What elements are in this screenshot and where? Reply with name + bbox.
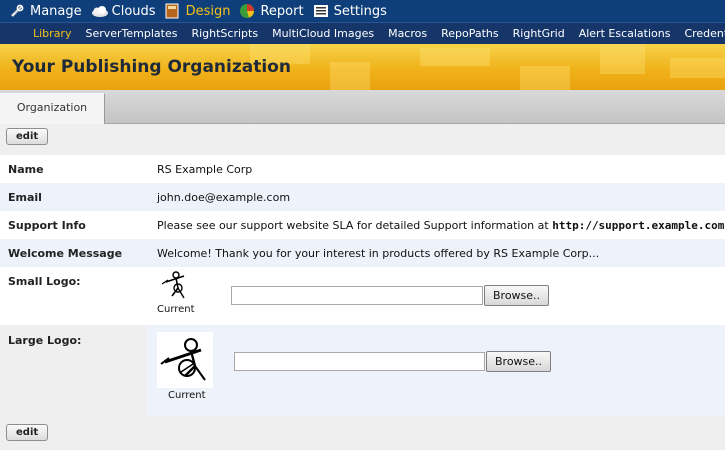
nav-design[interactable]: Design [165, 3, 231, 19]
large-logo-browse-button[interactable]: Browse.. [486, 351, 552, 372]
nav-manage[interactable]: Manage [9, 3, 82, 19]
top-nav: Manage Clouds Design Report Settings [0, 0, 725, 22]
small-logo-browse-button[interactable]: Browse.. [484, 285, 550, 306]
email-label: Email [8, 191, 42, 204]
welcome-message-value: Welcome! Thank you for your interest in … [157, 247, 600, 260]
tab-organization[interactable]: Organization [0, 93, 105, 124]
subnav-alert-escalations[interactable]: Alert Escalations [579, 27, 671, 40]
row-welcome-message: Welcome Message Welcome! Thank you for y… [0, 239, 725, 267]
name-label: Name [8, 163, 44, 176]
small-logo-image [158, 270, 192, 306]
settings-list-icon [313, 3, 329, 19]
support-info-label: Support Info [8, 219, 86, 232]
large-logo-caption: Current [168, 390, 206, 401]
nav-report-label: Report [260, 3, 304, 19]
subnav-rightgrid[interactable]: RightGrid [513, 27, 565, 40]
large-logo-file-input[interactable] [234, 352, 485, 371]
subnav-credentials[interactable]: Credentials [684, 27, 725, 40]
row-large-logo: Large Logo: Current Browse.. [0, 325, 725, 417]
row-support-info: Support Info Please see our support webs… [0, 211, 725, 239]
nav-clouds-label: Clouds [111, 3, 156, 19]
subnav-repopaths[interactable]: RepoPaths [441, 27, 499, 40]
nav-manage-label: Manage [30, 3, 82, 19]
page-title: Your Publishing Organization [12, 57, 291, 77]
tab-bar: Organization [0, 90, 725, 124]
small-logo-label: Small Logo: [8, 275, 81, 288]
nav-clouds[interactable]: Clouds [91, 3, 156, 19]
edit-button-top[interactable]: edit [6, 128, 49, 145]
pie-chart-icon [239, 3, 255, 19]
subnav-multicloud-images[interactable]: MultiCloud Images [272, 27, 374, 40]
sub-nav: Library ServerTemplates RightScripts Mul… [0, 22, 725, 44]
subnav-rightscripts[interactable]: RightScripts [191, 27, 258, 40]
small-logo-file-input[interactable] [231, 286, 483, 305]
support-url-link[interactable]: http://support.example.com/sla [552, 219, 725, 232]
small-logo-caption: Current [157, 304, 195, 315]
large-logo-label: Large Logo: [8, 334, 82, 347]
nav-settings[interactable]: Settings [313, 3, 387, 19]
book-icon [165, 3, 181, 19]
support-info-value: Please see our support website SLA for d… [157, 219, 725, 232]
edit-button-bottom[interactable]: edit [6, 424, 49, 441]
large-logo-image [157, 332, 213, 388]
cloud-icon [91, 3, 108, 19]
subnav-macros[interactable]: Macros [388, 27, 427, 40]
row-name: Name RS Example Corp [0, 155, 725, 183]
page-banner: Your Publishing Organization [0, 44, 725, 90]
support-info-text: Please see our support website SLA for d… [157, 219, 553, 232]
subnav-servertemplates[interactable]: ServerTemplates [85, 27, 177, 40]
wrench-icon [9, 3, 25, 19]
row-email: Email john.doe@example.com [0, 183, 725, 211]
row-small-logo: Small Logo: Current Browse.. [0, 267, 725, 325]
nav-settings-label: Settings [333, 3, 387, 19]
nav-design-label: Design [185, 3, 231, 19]
email-value: john.doe@example.com [157, 191, 291, 204]
subnav-library[interactable]: Library [33, 27, 71, 40]
welcome-message-label: Welcome Message [8, 247, 123, 260]
nav-report[interactable]: Report [239, 3, 304, 19]
name-value: RS Example Corp [157, 163, 253, 176]
